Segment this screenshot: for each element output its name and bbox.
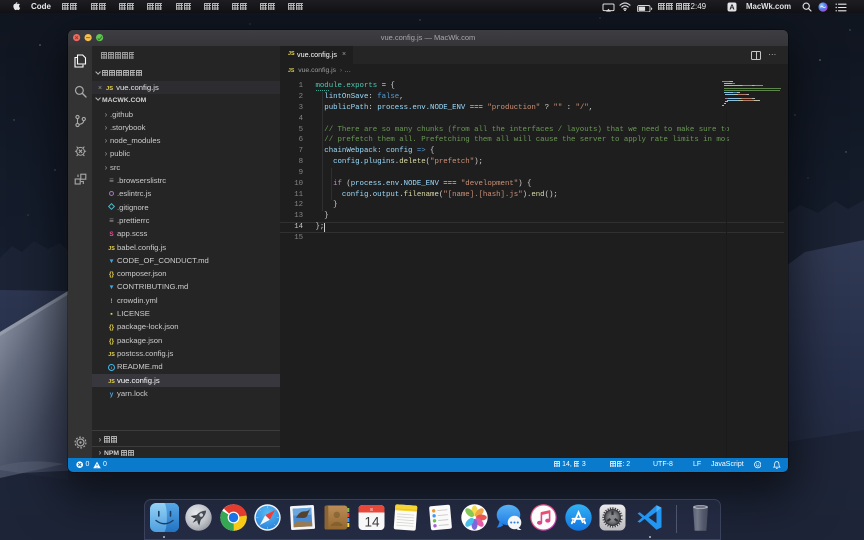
svg-text:A: A <box>729 3 734 12</box>
svg-text:14: 14 <box>364 515 380 530</box>
svg-text:8: 8 <box>370 507 373 512</box>
